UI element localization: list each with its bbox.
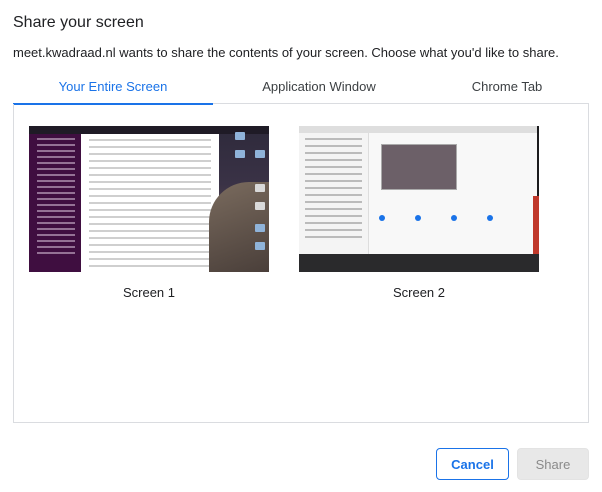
screen-2-label: Screen 2	[392, 285, 446, 300]
desktop-folder-icon	[255, 224, 265, 232]
desktop-folder-icon	[255, 242, 265, 250]
dialog-description: meet.kwadraad.nl wants to share the cont…	[13, 45, 559, 60]
screen-option-1[interactable]: Screen 1	[24, 122, 274, 302]
thumbnail-nested-screenshot	[381, 144, 457, 190]
thumbnail-browser-window	[299, 126, 537, 254]
screen-list-panel: Screen 1 Screen 2	[13, 104, 589, 423]
share-screen-dialog: Share your screen meet.kwadraad.nl wants…	[0, 0, 602, 492]
screen-option-2[interactable]: Screen 2	[294, 122, 544, 302]
source-tabs: Your Entire Screen Application Window Ch…	[13, 78, 589, 105]
screen-2-thumbnail	[299, 126, 539, 272]
screen-1-thumbnail	[29, 126, 269, 272]
desktop-file-icon	[255, 202, 265, 210]
screen-1-label: Screen 1	[122, 285, 176, 300]
tab-entire-screen[interactable]: Your Entire Screen	[13, 78, 213, 105]
share-button[interactable]: Share	[517, 448, 589, 480]
desktop-folder-icon	[235, 150, 245, 158]
desktop-file-icon	[255, 184, 265, 192]
desktop-folder-icon	[235, 132, 245, 140]
thumbnail-feature-icons	[379, 208, 529, 221]
thumbnail-app-sidebar	[29, 134, 81, 272]
thumbnail-title-bar	[299, 126, 537, 133]
tab-application-window[interactable]: Application Window	[213, 78, 425, 104]
thumbnail-sidebar	[299, 133, 369, 254]
cancel-button[interactable]: Cancel	[436, 448, 509, 480]
dialog-title: Share your screen	[13, 14, 144, 31]
thumbnail-app-content	[81, 134, 219, 272]
tab-chrome-tab[interactable]: Chrome Tab	[425, 78, 589, 104]
thumbnail-wallpaper	[533, 196, 539, 254]
desktop-folder-icon	[255, 150, 265, 158]
thumbnail-dock	[299, 254, 539, 272]
thumbnail-menubar	[29, 126, 269, 134]
